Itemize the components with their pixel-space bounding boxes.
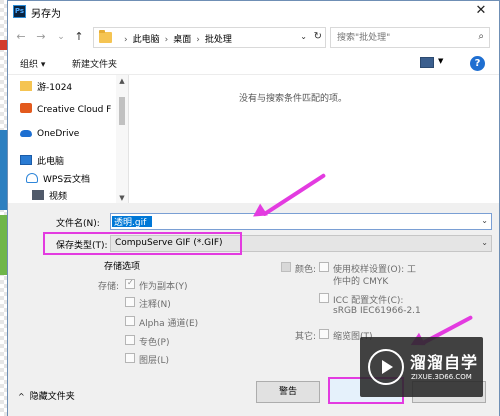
- search-box[interactable]: ⌕: [330, 27, 490, 48]
- title-bar: Ps 另存为 ✕: [8, 1, 499, 23]
- proof-setup-label-line2: 作中的 CMYK: [333, 277, 389, 287]
- folder-icon: [99, 30, 112, 43]
- creative-cloud-icon: [20, 103, 32, 113]
- chevron-down-icon[interactable]: ⌄: [481, 238, 488, 247]
- breadcrumb-batch[interactable]: 批处理: [205, 35, 232, 45]
- recent-locations-icon[interactable]: ⌄: [54, 29, 68, 45]
- nav-item-label: 视频: [49, 192, 68, 202]
- chevron-down-icon[interactable]: ⌄: [300, 32, 307, 41]
- breadcrumb-separator: ›: [196, 35, 200, 45]
- watermark-name: 溜溜自学: [410, 353, 479, 372]
- nav-item-folder-1024[interactable]: 游-1024: [20, 80, 72, 96]
- annotations-label: 注释(N): [139, 300, 171, 310]
- back-arrow-icon[interactable]: ←: [14, 29, 28, 45]
- filename-value[interactable]: 透明.gif: [114, 215, 146, 228]
- video-icon: [32, 190, 44, 200]
- nav-scrollbar[interactable]: ▲ ▼: [116, 75, 128, 203]
- nav-item-onedrive[interactable]: OneDrive: [20, 129, 79, 145]
- save-label: 存储:: [98, 282, 120, 292]
- empty-results-message: 没有与搜索条件匹配的项。: [239, 94, 348, 104]
- breadcrumb: › 此电脑 › 桌面 › 批处理: [119, 32, 232, 45]
- hide-folders-toggle[interactable]: ^ 隐藏文件夹: [18, 389, 75, 402]
- scroll-up-icon[interactable]: ▲: [116, 77, 128, 85]
- thumbnail-checkbox[interactable]: [319, 329, 329, 339]
- play-logo-icon: [368, 349, 404, 385]
- spot-colors-checkbox[interactable]: [125, 335, 135, 345]
- icc-profile-label: ICC 配置文件(C):: [333, 296, 404, 306]
- scroll-down-icon[interactable]: ▼: [116, 194, 128, 202]
- chevron-down-icon[interactable]: ▼: [438, 57, 443, 65]
- address-bar[interactable]: › 此电脑 › 桌面 › 批处理 ⌄ ↻: [93, 27, 326, 48]
- color-label: 颜色:: [295, 265, 317, 275]
- nav-item-label: WPS云文档: [43, 175, 91, 185]
- breadcrumb-separator: ›: [124, 35, 128, 45]
- organize-menu[interactable]: 组织 ▾: [20, 57, 45, 70]
- search-input[interactable]: [337, 31, 465, 45]
- other-label: 其它:: [295, 332, 317, 342]
- alpha-channels-label: Alpha 通道(E): [139, 319, 199, 329]
- breadcrumb-desktop[interactable]: 桌面: [173, 35, 191, 45]
- view-options-icon[interactable]: [420, 57, 434, 68]
- nav-item-creative-cloud[interactable]: Creative Cloud F: [20, 103, 111, 119]
- watermark: 溜溜自学 ZIXUE.3D66.COM: [360, 337, 483, 397]
- filename-label: 文件名(N):: [56, 219, 100, 229]
- folder-icon: [20, 81, 32, 91]
- spot-colors-label: 专色(P): [139, 338, 170, 348]
- nav-item-this-pc[interactable]: 此电脑: [20, 154, 64, 170]
- breadcrumb-separator: ›: [164, 35, 169, 45]
- forward-arrow-icon[interactable]: →: [34, 29, 48, 45]
- filename-field[interactable]: 透明.gif ⌄: [110, 213, 492, 230]
- layers-checkbox[interactable]: [125, 353, 135, 363]
- icc-profile-checkbox[interactable]: [319, 293, 329, 303]
- up-folder-icon[interactable]: ↑: [72, 29, 86, 45]
- chevron-down-icon[interactable]: ⌄: [481, 216, 488, 225]
- search-icon[interactable]: ⌕: [478, 31, 484, 42]
- nav-item-label: 游-1024: [37, 83, 73, 93]
- close-icon[interactable]: ✕: [473, 3, 489, 19]
- breadcrumb-this-pc[interactable]: 此电脑: [133, 35, 160, 45]
- layers-label: 图层(L): [139, 356, 170, 366]
- photoshop-app-icon: Ps: [13, 5, 26, 18]
- new-folder-button[interactable]: 新建文件夹: [72, 57, 117, 70]
- onedrive-icon: [20, 130, 32, 137]
- this-pc-icon: [20, 155, 32, 165]
- annotations-checkbox[interactable]: [125, 297, 135, 307]
- warning-icon: [281, 262, 291, 272]
- wps-cloud-icon: [26, 173, 38, 183]
- icc-profile-label-line2: sRGB IEC61966-2.1: [333, 306, 421, 316]
- save-as-dialog: Ps 另存为 ✕ ← → ⌄ ↑ › 此电脑 › 桌面 › 批处理 ⌄ ↻ ⌕ 组织 ▾ …: [7, 0, 500, 416]
- filetype-highlight-annotation: [43, 232, 242, 255]
- help-icon[interactable]: ?: [470, 56, 485, 71]
- proof-setup-checkbox[interactable]: [319, 262, 329, 272]
- warning-button[interactable]: 警告: [256, 381, 320, 403]
- command-toolbar: 组织 ▾ 新建文件夹 ▼ ?: [8, 53, 499, 75]
- nav-item-label: OneDrive: [37, 129, 80, 139]
- save-options-title: 存储选项: [104, 262, 141, 272]
- address-row: ← → ⌄ ↑ › 此电脑 › 桌面 › 批处理 ⌄ ↻ ⌕: [8, 23, 499, 53]
- scroll-thumb[interactable]: [119, 97, 125, 125]
- hide-folders-label: 隐藏文件夹: [29, 392, 75, 402]
- chevron-up-icon: ^: [18, 392, 25, 401]
- alpha-channels-checkbox[interactable]: [125, 316, 135, 326]
- watermark-url: ZIXUE.3D66.COM: [411, 373, 472, 381]
- nav-item-wps-cloud[interactable]: WPS云文档: [26, 172, 90, 188]
- nav-item-label: 此电脑: [37, 157, 65, 167]
- navigation-pane: 游-1024 Creative Cloud F OneDrive 此电脑 WPS…: [8, 75, 129, 203]
- as-copy-checkbox[interactable]: [125, 278, 135, 289]
- nav-item-label: Creative Cloud F: [37, 105, 112, 115]
- refresh-icon[interactable]: ↻: [314, 31, 322, 42]
- as-copy-label: 作为副本(Y): [139, 282, 188, 292]
- window-title: 另存为: [31, 9, 61, 20]
